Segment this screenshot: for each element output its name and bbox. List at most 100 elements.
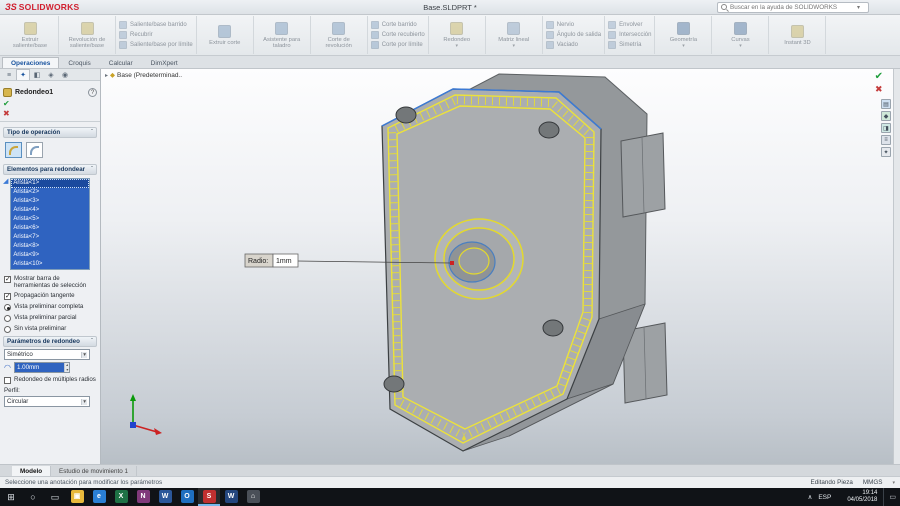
ribbon-linear-pattern[interactable]: Matriz lineal ▾ [486, 16, 543, 54]
ribbon-dropdown-caret[interactable]: ▾ [512, 43, 515, 49]
ribbon-stack-item[interactable]: Saliente/base barrido [119, 21, 193, 29]
tab-calcular[interactable]: Calcular [100, 57, 142, 68]
ribbon-dropdown-caret[interactable]: ▾ [455, 43, 458, 49]
corner-hole[interactable] [542, 319, 564, 337]
corner-hole[interactable] [383, 375, 405, 393]
help-search-box[interactable]: ▾ [717, 1, 869, 13]
radius-value[interactable]: 1.00mm [14, 363, 64, 372]
onenote-app[interactable]: N [132, 488, 154, 506]
section-header-fillet-parameters[interactable]: Parámetros de redondeo ˆ [3, 336, 97, 347]
help-search-input[interactable] [730, 3, 854, 11]
tangent-propagation-checkbox[interactable]: Propagación tangente [4, 292, 96, 300]
ribbon-stack-item[interactable]: Envolver [608, 21, 651, 29]
ribbon-reference-geometry[interactable]: Geometría ▾ [655, 16, 713, 54]
start-button[interactable]: ⊞ [0, 488, 22, 506]
ribbon-dropdown-caret[interactable]: ▾ [682, 43, 685, 49]
ribbon-revolve-cut[interactable]: Corte de revolución ▾ [311, 16, 368, 54]
callout-attach-handle[interactable] [450, 261, 454, 265]
edge-list-item[interactable]: Arista<9> [11, 251, 90, 260]
tray-chevron-icon[interactable]: ∧ [808, 493, 813, 501]
confirm-accept-button[interactable]: ✔ [875, 72, 883, 82]
language-indicator[interactable]: ESP [818, 494, 831, 501]
tab-dimxpert[interactable]: DimXpert [142, 57, 187, 68]
taskpane-file-explorer-tab[interactable]: ◨ [881, 123, 891, 133]
ribbon-revolve-boss[interactable]: Revolución de saliente/base ▾ [59, 16, 116, 54]
graphics-area[interactable]: Radio: 1mm ▸ ◆ Base (Predeterminad.. ✔ ✖… [101, 69, 893, 464]
tab-croquis[interactable]: Croquis [59, 57, 99, 68]
taskpane-design-library-tab[interactable]: ◆ [881, 111, 891, 121]
edge-list-item[interactable]: Arista<5> [11, 215, 90, 224]
model-tab[interactable]: Modelo [12, 466, 52, 476]
edge-list-item[interactable]: Arista<2> [11, 188, 90, 197]
featuremanager-tab[interactable]: ≡ [2, 69, 16, 80]
breadcrumb[interactable]: ▸ ◆ Base (Predeterminad.. [105, 71, 182, 80]
browser-app[interactable]: e [88, 488, 110, 506]
ribbon-feature-stack-1[interactable]: ▾ Nervio Ángulo de salida Vaciado [543, 16, 606, 54]
ribbon-stack-item[interactable]: Corte por límite [370, 41, 425, 49]
task-pane-strip[interactable] [893, 69, 900, 464]
search-button[interactable]: ○ [22, 488, 44, 506]
ribbon-stack-item[interactable]: Saliente/base por límite [119, 41, 193, 49]
ribbon-instant3d[interactable]: Instant 3D ▾ [769, 16, 827, 54]
callout-value[interactable]: 1mm [276, 258, 292, 265]
ribbon-extrude-boss[interactable]: Extruir saliente/base ▾ [2, 16, 59, 54]
show-selection-toolbar-checkbox[interactable]: Mostrar barra de herramientas de selecci… [4, 275, 96, 289]
edge-list-item[interactable]: Arista<8> [11, 242, 90, 251]
accept-button[interactable]: ✔ [3, 99, 97, 108]
dimxpertmanager-tab[interactable]: ◈ [44, 69, 58, 80]
edge-list-item[interactable]: Arista<3> [11, 197, 90, 206]
ribbon-stack-item[interactable]: Intersección [608, 31, 651, 39]
ribbon-hole-wizard[interactable]: Asistente para taladro ▾ [254, 16, 311, 54]
edge-list-item[interactable]: Arista<10> [11, 260, 90, 269]
excel-app[interactable]: X [110, 488, 132, 506]
units-caret-icon[interactable]: ▾ [892, 480, 895, 486]
taskpane-resources-tab[interactable]: ▤ [881, 99, 891, 109]
edge-list-item[interactable]: Arista<1> [11, 179, 90, 188]
units-label[interactable]: MMGS [863, 479, 883, 486]
edge-list-item[interactable]: Arista<7> [11, 233, 90, 242]
taskpane-appearances-tab[interactable]: ≡ [881, 135, 891, 145]
word-document-app[interactable]: W [220, 488, 242, 506]
part-name-label[interactable]: Base (Predeterminad.. [117, 72, 182, 79]
edges-listbox[interactable]: Arista<1> Arista<2> Arista<3> Arista<4> Aris… [10, 178, 91, 270]
help-icon[interactable]: ? [88, 88, 97, 97]
corner-hole[interactable] [538, 121, 560, 139]
section-header-items-to-fillet[interactable]: Elementos para redondear ˆ [3, 164, 97, 175]
task-view-button[interactable]: ▭ [44, 488, 66, 506]
edge-list-item[interactable]: Arista<6> [11, 224, 90, 233]
ribbon-extrude-cut[interactable]: Extruir corte ▾ [197, 16, 254, 54]
section-header-operation-type[interactable]: Tipo de operación ˆ [3, 127, 97, 138]
confirm-cancel-button[interactable]: ✖ [875, 85, 883, 94]
ribbon-feature-stack-2[interactable]: ▾ Envolver Intersección Simetría [605, 16, 656, 54]
tree-expand-arrow-icon[interactable]: ▸ [105, 72, 108, 79]
clock[interactable]: 19:14 04/05/2018 [847, 490, 877, 504]
edge-list-item[interactable]: Arista<4> [11, 206, 90, 215]
ribbon-stack-item[interactable]: Ángulo de salida [545, 31, 601, 39]
multiple-radius-checkbox[interactable]: Redondeo de múltiples radios [4, 376, 96, 384]
outlook-app[interactable]: O [176, 488, 198, 506]
fillet-type-variable-button[interactable] [26, 142, 43, 158]
ribbon-stack-item[interactable]: Nervio [545, 21, 601, 29]
ribbon-fillet[interactable]: Redondeo ▾ [429, 16, 486, 54]
propertymanager-tab[interactable]: ✦ [16, 69, 30, 80]
action-center-icon[interactable]: ▭ [883, 488, 896, 506]
ribbon-stack-item[interactable]: Vaciado [545, 41, 601, 49]
no-preview-radio[interactable]: Sin vista preliminar [4, 325, 96, 333]
spinner-control[interactable]: ▴ ▾ [63, 362, 69, 372]
ribbon-curves[interactable]: Curvas ▾ [712, 16, 770, 54]
part-model[interactable]: Radio: 1mm [101, 69, 893, 464]
tab-operaciones[interactable]: Operaciones [2, 57, 60, 68]
file-explorer-app[interactable]: ▣ [66, 488, 88, 506]
taskpane-custom-properties-tab[interactable]: ✦ [881, 147, 891, 157]
boss-inner-edge[interactable] [458, 247, 490, 275]
ribbon-dropdown-caret[interactable]: ▾ [739, 43, 742, 49]
word-app[interactable]: W [154, 488, 176, 506]
displaymanager-tab[interactable]: ◉ [58, 69, 72, 80]
radius-input[interactable]: 1.00mm ▴ ▾ [13, 362, 70, 373]
ribbon-stack-item[interactable]: Corte recubierto [370, 31, 425, 39]
notes-app[interactable]: ⌂ [242, 488, 264, 506]
fillet-type-constant-button[interactable] [5, 142, 22, 158]
solidworks-app[interactable]: S [198, 488, 220, 506]
ribbon-cut-stack[interactable]: ▾ Corte barrido Corte recubierto Corte p… [368, 16, 429, 54]
ribbon-stack-item[interactable]: Recubrir [119, 31, 193, 39]
